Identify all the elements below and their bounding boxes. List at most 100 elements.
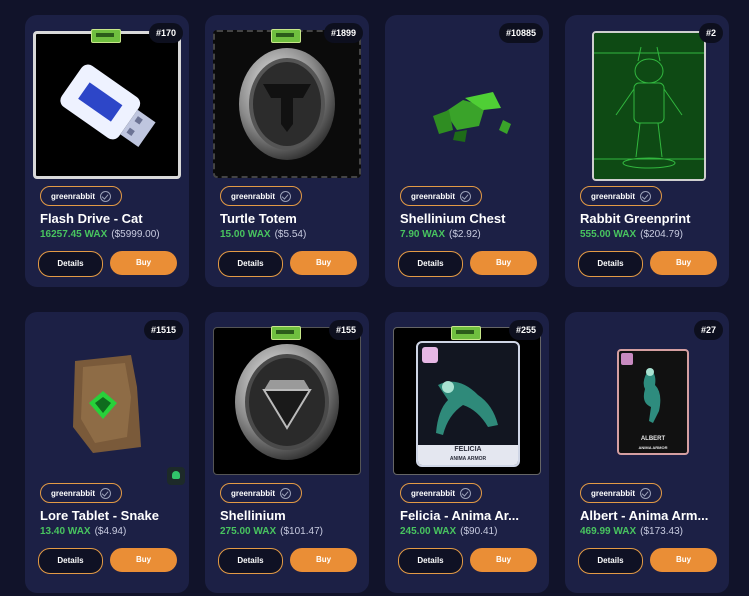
buy-button[interactable]: Buy: [290, 548, 357, 572]
details-button[interactable]: Details: [38, 548, 103, 574]
mint-number-badge: #1515: [143, 320, 183, 340]
buy-button[interactable]: Buy: [650, 251, 717, 275]
buy-button[interactable]: Buy: [470, 548, 537, 572]
item-price: 275.00 WAX ($101.47): [220, 526, 323, 537]
flash-drive-image: [60, 64, 156, 147]
details-button[interactable]: Details: [398, 251, 463, 277]
mint-number-badge: #255: [508, 320, 543, 340]
collection-stamp-icon: [451, 326, 481, 340]
item-price: 13.40 WAX ($4.94): [40, 526, 126, 537]
price-usd: ($2.92): [449, 229, 481, 240]
verified-check-icon: [100, 487, 112, 499]
item-title: Lore Tablet - Snake: [40, 508, 159, 523]
shellinium-coin-image: [235, 344, 339, 460]
nft-card[interactable]: #1515 greenrabbit Lore Tablet - Snake 13…: [25, 312, 189, 593]
nft-image[interactable]: [592, 31, 706, 181]
owner-icon[interactable]: [167, 467, 185, 485]
collection-tag[interactable]: greenrabbit: [220, 483, 303, 503]
nft-image[interactable]: [33, 327, 181, 475]
collection-tag[interactable]: greenrabbit: [40, 186, 123, 206]
turtle-totem-coin-image: [239, 48, 335, 160]
nft-image[interactable]: [213, 327, 361, 475]
collection-name: greenrabbit: [51, 191, 96, 201]
item-price: 469.99 WAX ($173.43): [580, 526, 683, 537]
collection-tag[interactable]: greenrabbit: [400, 483, 483, 503]
albert-figure-image: [643, 368, 661, 423]
card-subtitle: ANIMA ARMOR: [638, 445, 668, 450]
verified-check-icon: [640, 190, 652, 202]
details-button[interactable]: Details: [38, 251, 103, 277]
nft-card[interactable]: #10885 greenrabbit Shellinium Chest 7.90…: [385, 15, 549, 287]
lore-tablet-image: [73, 355, 141, 453]
trading-card: FELICIA ANIMA ARMOR: [416, 341, 520, 467]
verified-check-icon: [460, 190, 472, 202]
nft-card[interactable]: ALBERT ANIMA ARMOR #27 greenrabbit Alber…: [565, 312, 729, 593]
price-usd: ($5999.00): [111, 229, 160, 240]
mint-number-badge: #155: [328, 320, 363, 340]
item-price: 16257.45 WAX ($5999.00): [40, 229, 160, 240]
collection-name: greenrabbit: [231, 191, 276, 201]
details-button[interactable]: Details: [218, 251, 283, 277]
nft-image[interactable]: [213, 30, 361, 178]
nft-image[interactable]: FELICIA ANIMA ARMOR: [393, 327, 541, 475]
mint-number-badge: #10885: [498, 23, 543, 43]
verified-check-icon: [460, 487, 472, 499]
item-price: 15.00 WAX ($5.54): [220, 229, 306, 240]
nft-card[interactable]: #170 greenrabbit Flash Drive - Cat 16257…: [25, 15, 189, 287]
verified-check-icon: [280, 190, 292, 202]
verified-check-icon: [280, 487, 292, 499]
card-avatar-icon: [422, 347, 438, 363]
collection-tag[interactable]: greenrabbit: [580, 186, 663, 206]
collection-name: greenrabbit: [411, 488, 456, 498]
mint-number-badge: #1899: [323, 23, 363, 43]
price-usd: ($4.94): [94, 526, 127, 537]
details-button[interactable]: Details: [218, 548, 283, 574]
price-wax: 16257.45 WAX: [40, 229, 108, 240]
item-price: 555.00 WAX ($204.79): [580, 229, 683, 240]
item-title: Shellinium: [220, 508, 286, 523]
card-name: ALBERT: [640, 436, 666, 442]
price-wax: 469.99 WAX: [580, 526, 637, 537]
verified-check-icon: [640, 487, 652, 499]
collection-tag[interactable]: greenrabbit: [40, 483, 123, 503]
buy-button[interactable]: Buy: [110, 548, 177, 572]
item-title: Felicia - Anima Ar...: [400, 508, 519, 523]
collection-name: greenrabbit: [411, 191, 456, 201]
price-wax: 275.00 WAX: [220, 526, 277, 537]
buy-button[interactable]: Buy: [290, 251, 357, 275]
item-title: Turtle Totem: [220, 211, 297, 226]
buy-button[interactable]: Buy: [470, 251, 537, 275]
collection-tag[interactable]: greenrabbit: [220, 186, 303, 206]
price-usd: ($204.79): [640, 229, 683, 240]
felicia-figure-image: [436, 381, 498, 435]
mint-number-badge: #2: [698, 23, 723, 43]
nft-card[interactable]: #2 greenrabbit Rabbit Greenprint 555.00 …: [565, 15, 729, 287]
collection-name: greenrabbit: [591, 191, 636, 201]
collection-name: greenrabbit: [51, 488, 96, 498]
nft-image[interactable]: [33, 31, 181, 179]
collection-stamp-icon: [271, 29, 301, 43]
nft-image[interactable]: [393, 30, 541, 178]
details-button[interactable]: Details: [398, 548, 463, 574]
price-usd: ($90.41): [460, 526, 498, 537]
price-wax: 7.90 WAX: [400, 229, 446, 240]
card-subtitle: ANIMA ARMOR: [449, 456, 487, 462]
item-title: Rabbit Greenprint: [580, 211, 691, 226]
buy-button[interactable]: Buy: [110, 251, 177, 275]
collection-stamp-icon: [271, 326, 301, 340]
price-wax: 555.00 WAX: [580, 229, 637, 240]
nft-card[interactable]: #155 greenrabbit Shellinium 275.00 WAX ($…: [205, 312, 369, 593]
item-price: 245.00 WAX ($90.41): [400, 526, 497, 537]
details-button[interactable]: Details: [578, 548, 643, 574]
price-usd: ($173.43): [640, 526, 683, 537]
buy-button[interactable]: Buy: [650, 548, 717, 572]
nft-card[interactable]: FELICIA ANIMA ARMOR #255 greenrabbit Fel…: [385, 312, 549, 593]
collection-tag[interactable]: greenrabbit: [580, 483, 663, 503]
details-button[interactable]: Details: [578, 251, 643, 277]
nft-card[interactable]: #1899 greenrabbit Turtle Totem 15.00 WAX…: [205, 15, 369, 287]
card-name: FELICIA: [454, 446, 482, 453]
price-usd: ($101.47): [280, 526, 323, 537]
nft-image[interactable]: ALBERT ANIMA ARMOR: [573, 327, 721, 475]
collection-tag[interactable]: greenrabbit: [400, 186, 483, 206]
mint-number-badge: #27: [693, 320, 723, 340]
